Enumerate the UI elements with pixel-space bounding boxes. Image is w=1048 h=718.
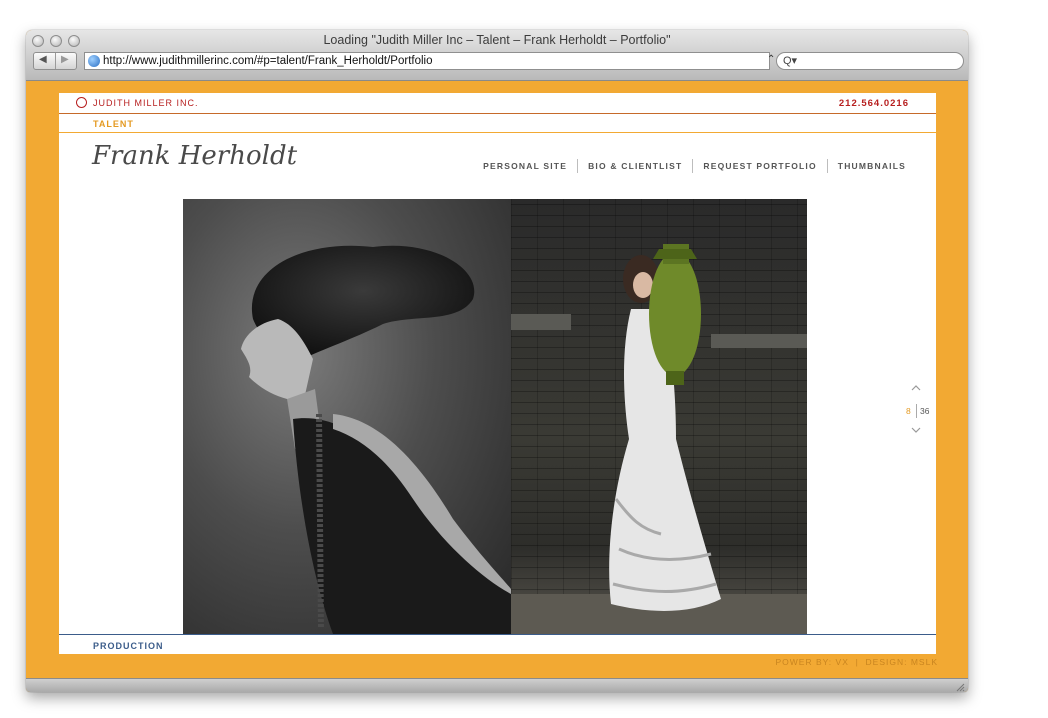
section-bar: TALENT: [59, 114, 936, 133]
phone-number: 212.564.0216: [838, 98, 909, 109]
nav-personal-site[interactable]: PERSONAL SITE: [473, 159, 577, 173]
section-link-talent[interactable]: TALENT: [93, 119, 134, 129]
url-menu-icon[interactable]: ⌃: [767, 54, 775, 65]
web-page: JUDITH MILLER INC. 212.564.0216 TALENT F…: [59, 93, 936, 654]
forward-button[interactable]: ▶: [61, 54, 69, 65]
portrait-illustration: [241, 245, 511, 634]
window-bottom-bar: [26, 678, 968, 692]
artist-name: Frank Herholdt: [92, 141, 298, 171]
nav-thumbnails[interactable]: THUMBNAILS: [826, 159, 906, 173]
portfolio-photo-right[interactable]: [511, 199, 807, 634]
back-button[interactable]: ◀: [39, 54, 47, 65]
resize-grip-icon[interactable]: [955, 682, 965, 692]
title-bar: Loading "Judith Miller Inc – Talent – Fr…: [26, 30, 968, 81]
window-title: Loading "Judith Miller Inc – Talent – Fr…: [323, 33, 671, 47]
history-separator: [55, 53, 56, 69]
chevron-up-icon[interactable]: [911, 383, 921, 393]
gown-bomb-illustration: [511, 244, 807, 634]
footer-link-production[interactable]: PRODUCTION: [93, 641, 164, 651]
brand-link[interactable]: JUDITH MILLER INC.: [93, 98, 199, 108]
globe-icon: [88, 55, 100, 67]
circle-logo-icon: [76, 97, 87, 108]
search-input[interactable]: Q▾: [776, 52, 964, 70]
current-page: 8: [906, 406, 911, 416]
history-buttons: ◀ ▶: [33, 52, 77, 70]
total-pages: 36: [920, 406, 930, 416]
search-icon: Q▾: [783, 55, 798, 67]
pager-divider: [916, 404, 917, 418]
photo-pager: 8 36: [902, 381, 936, 441]
artist-nav: PERSONAL SITE BIO & CLIENTLIST REQUEST P…: [473, 159, 906, 173]
chevron-down-icon[interactable]: [911, 425, 921, 435]
browser-window: Loading "Judith Miller Inc – Talent – Fr…: [26, 30, 968, 692]
nav-bio-clientlist[interactable]: BIO & CLIENTLIST: [577, 159, 692, 173]
address-bar[interactable]: http://www.judithmillerinc.com/#p=talent…: [84, 52, 770, 70]
portfolio-photo-left[interactable]: [183, 199, 511, 634]
footer-bar: PRODUCTION: [59, 634, 936, 655]
credits: POWER BY: VX | DESIGN: MSLK: [775, 657, 938, 667]
url-text: http://www.judithmillerinc.com/#p=talent…: [103, 55, 433, 67]
nav-request-portfolio[interactable]: REQUEST PORTFOLIO: [692, 159, 826, 173]
top-bar: JUDITH MILLER INC. 212.564.0216: [59, 93, 936, 114]
